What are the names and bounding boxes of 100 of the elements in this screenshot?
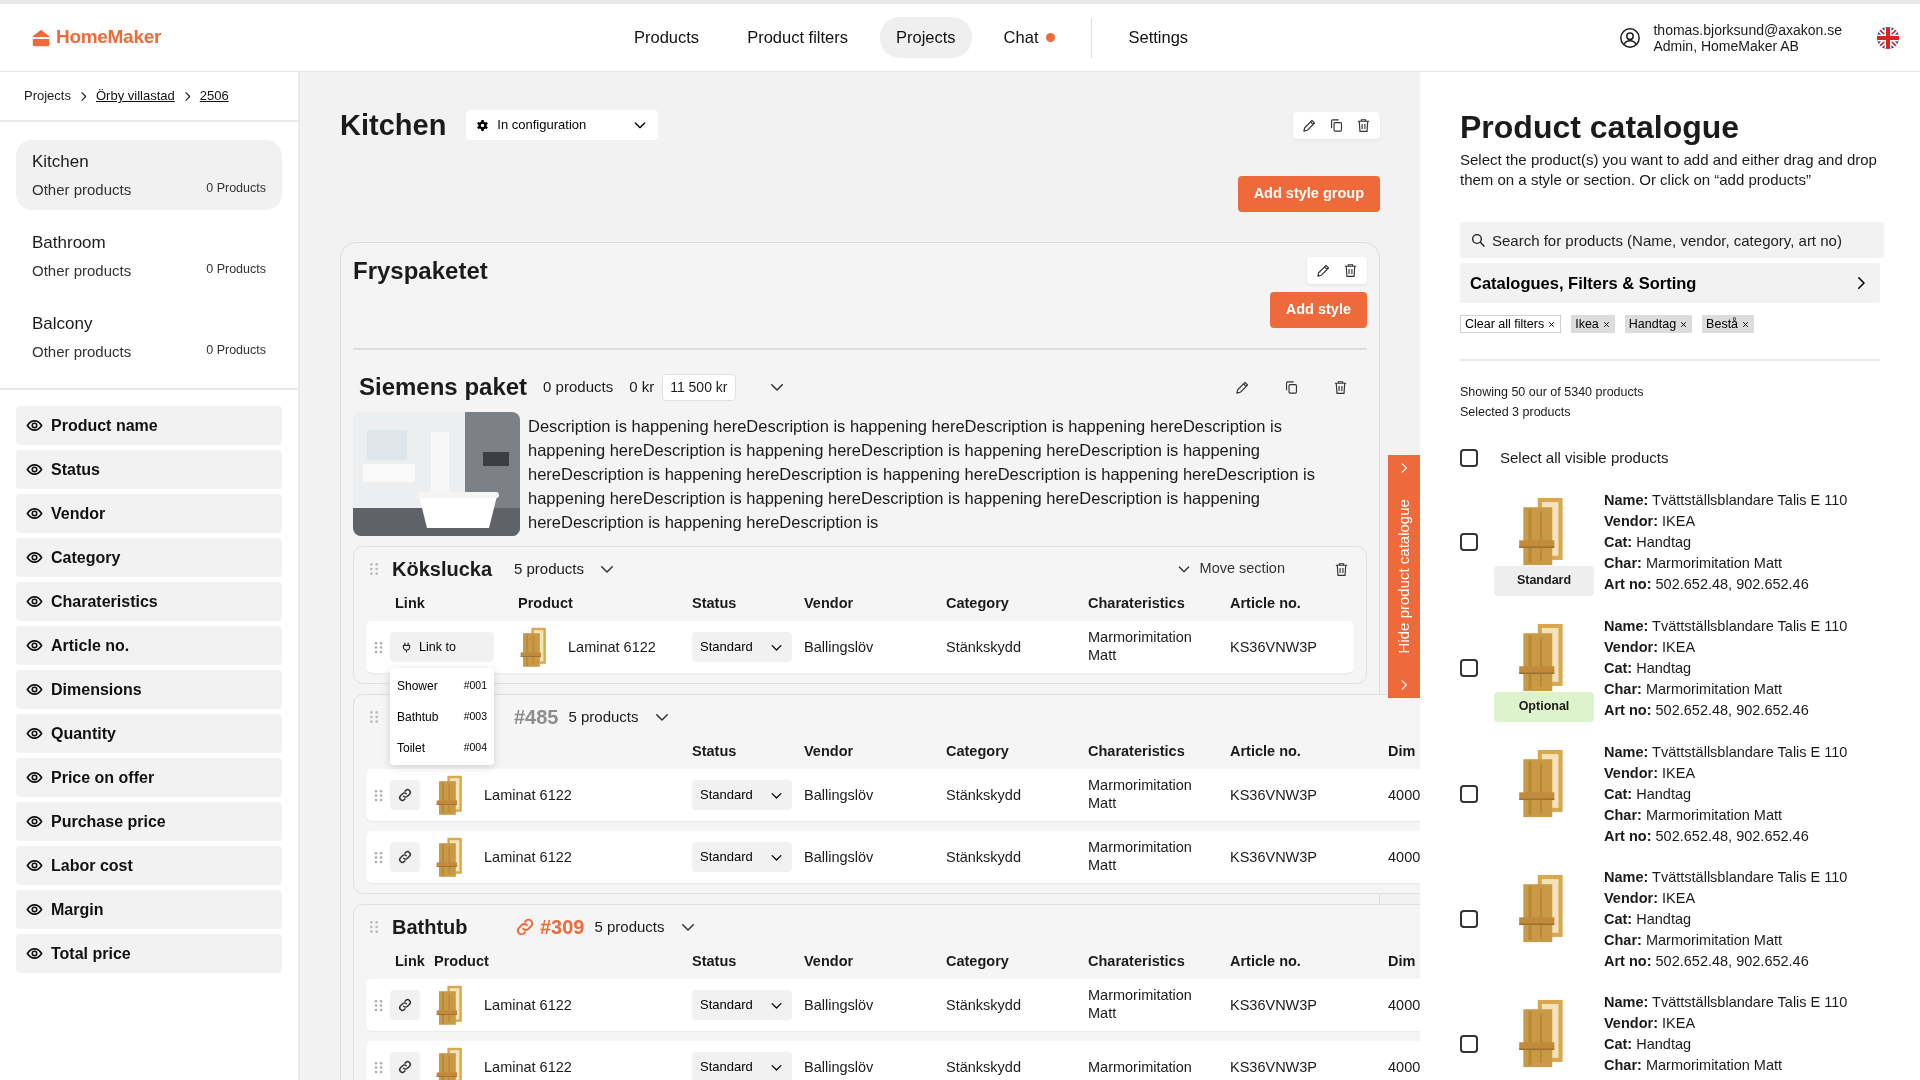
product-detail: Char: Marmorimitation Matt [1604, 553, 1784, 573]
column-header: Vendor [804, 952, 855, 971]
characteristics-text: Marmorimitation Matt [1088, 627, 1193, 664]
status-tag: Optional [1494, 691, 1594, 722]
section-tag: #485 [514, 702, 559, 732]
product-name: Laminat 6122 [484, 996, 572, 1014]
column-header: Vendor [804, 742, 855, 761]
move-section-button[interactable]: Move section [1171, 556, 1289, 582]
column-header: Product [518, 594, 574, 613]
article-number: KS36VNW3P [1230, 995, 1318, 1014]
flag-icon[interactable] [1876, 25, 1900, 50]
price-field[interactable]: 11 500 kr [662, 373, 736, 401]
column-header: Article no. [1230, 742, 1302, 761]
dimension-text: 4000 [1388, 995, 1420, 1014]
section-title: Kökslucka [392, 558, 493, 580]
eye-icon [26, 769, 43, 786]
link-button[interactable] [390, 990, 420, 1020]
column-toggle[interactable]: Purchase price [16, 802, 282, 841]
characteristics-text: Marmorimitation Matt [1088, 837, 1193, 874]
settings-link[interactable]: Settings [1112, 17, 1205, 58]
column-toggle[interactable]: Product name [16, 406, 282, 445]
column-toggle[interactable]: Price on offer [16, 758, 282, 797]
close-icon [1679, 319, 1689, 329]
link-button[interactable] [390, 780, 420, 810]
link-icon [397, 849, 413, 865]
filter-chip[interactable]: Bestå [1702, 315, 1755, 333]
pencil-icon [1315, 262, 1332, 279]
nav-tab[interactable]: Products [618, 17, 716, 58]
eye-icon [26, 857, 43, 874]
column-toggle[interactable]: Article no. [16, 626, 282, 665]
characteristics-text: Marmorimitation Matt [1088, 775, 1193, 812]
column-header: Link [394, 594, 426, 613]
column-toggle[interactable]: Total price [16, 934, 282, 973]
checkbox[interactable] [1460, 449, 1478, 468]
filter-chip[interactable]: Ikea [1571, 315, 1615, 333]
breadcrumb-link[interactable]: 2506 [199, 86, 229, 106]
checkbox[interactable] [1460, 910, 1478, 928]
eye-icon [26, 637, 43, 654]
product-detail: Vendor: IKEA [1604, 511, 1697, 531]
filters-button[interactable]: Catalogues, Filters & Sorting [1460, 263, 1880, 303]
room-title: Kitchen [340, 107, 447, 143]
room-label: Other products [32, 180, 132, 200]
link-button[interactable] [390, 842, 420, 872]
menu-item[interactable]: Shower #001 [390, 670, 494, 701]
vendor-text: Ballingslöv [804, 995, 874, 1014]
column-toggle[interactable]: Category [16, 538, 282, 577]
product-detail: Name: Tvättställsblandare Talis E 110 [1604, 490, 1848, 510]
category-text: Stänkskydd [946, 785, 1021, 804]
column-header: Dim [1388, 742, 1417, 761]
column-header: Product [434, 952, 490, 971]
checkbox[interactable] [1460, 659, 1478, 677]
column-header: Category [946, 952, 1010, 971]
article-number: KS36VNW3P [1230, 1057, 1318, 1076]
column-toggle[interactable]: Margin [16, 890, 282, 929]
dimension-text: 4000 [1388, 785, 1420, 804]
room-item[interactable]: Balcony Other products 0 Products [16, 302, 282, 372]
copy-icon [1328, 116, 1345, 134]
link-button[interactable] [390, 1052, 420, 1080]
column-toggle[interactable]: Charateristics [16, 582, 282, 621]
link-icon [397, 787, 413, 803]
product-detail: Cat: Handtag [1604, 1034, 1693, 1054]
product-detail: Art no: 502.652.48, 902.652.46 [1604, 574, 1810, 594]
product-detail: Art no: 502.652.48, 902.652.46 [1604, 826, 1810, 846]
status-dropdown[interactable]: Standard [692, 990, 792, 1020]
status-dropdown[interactable]: Standard [692, 780, 792, 810]
product-detail: Char: Marmorimitation Matt [1604, 930, 1784, 950]
checkbox[interactable] [1460, 533, 1478, 551]
breadcrumb-link[interactable]: Projects [24, 86, 71, 106]
status-dropdown[interactable]: In configuration [466, 110, 659, 140]
section-title: Bathtub [392, 916, 468, 938]
column-toggle[interactable]: Quantity [16, 714, 282, 753]
results-count: Showing 50 our of 5340 products [1460, 385, 1645, 399]
product-detail: Cat: Handtag [1604, 909, 1693, 929]
checkbox[interactable] [1460, 785, 1478, 803]
column-toggle[interactable]: Status [16, 450, 282, 489]
menu-item[interactable]: Toilet #004 [390, 732, 494, 763]
column-toggle[interactable]: Vendor [16, 494, 282, 533]
style-title: Siemens paket [359, 372, 528, 402]
link-to-button[interactable]: Link to [390, 632, 494, 662]
vendor-text: Ballingslöv [804, 637, 874, 656]
room-item[interactable]: Kitchen Other products 0 Products [16, 140, 282, 210]
close-icon [1547, 319, 1557, 329]
status-dropdown[interactable]: Standard [692, 1052, 792, 1080]
room-item[interactable]: Bathroom Other products 0 Products [16, 221, 282, 291]
clear-filters-button[interactable]: Clear all filters [1460, 315, 1562, 333]
breadcrumb-link[interactable]: Örby villastad [95, 86, 175, 106]
status-dropdown[interactable]: Standard [692, 632, 792, 662]
column-toggle[interactable]: Dimensions [16, 670, 282, 709]
nav-tab[interactable]: Projects [880, 17, 972, 58]
product-name: Laminat 6122 [484, 786, 572, 804]
nav-tab[interactable]: Product filters [731, 17, 864, 58]
eye-icon [26, 681, 43, 698]
column-toggle[interactable]: Labor cost [16, 846, 282, 885]
search-field[interactable]: Search for products (Name, vendor, category, art no) [1460, 222, 1884, 258]
filter-chip[interactable]: Handtag [1624, 315, 1693, 333]
nav-tab[interactable]: Chat [987, 17, 1072, 58]
product-count: 0 products [543, 376, 614, 397]
checkbox[interactable] [1460, 1035, 1478, 1053]
menu-item[interactable]: Bathtub #003 [390, 701, 494, 732]
status-dropdown[interactable]: Standard [692, 842, 792, 872]
